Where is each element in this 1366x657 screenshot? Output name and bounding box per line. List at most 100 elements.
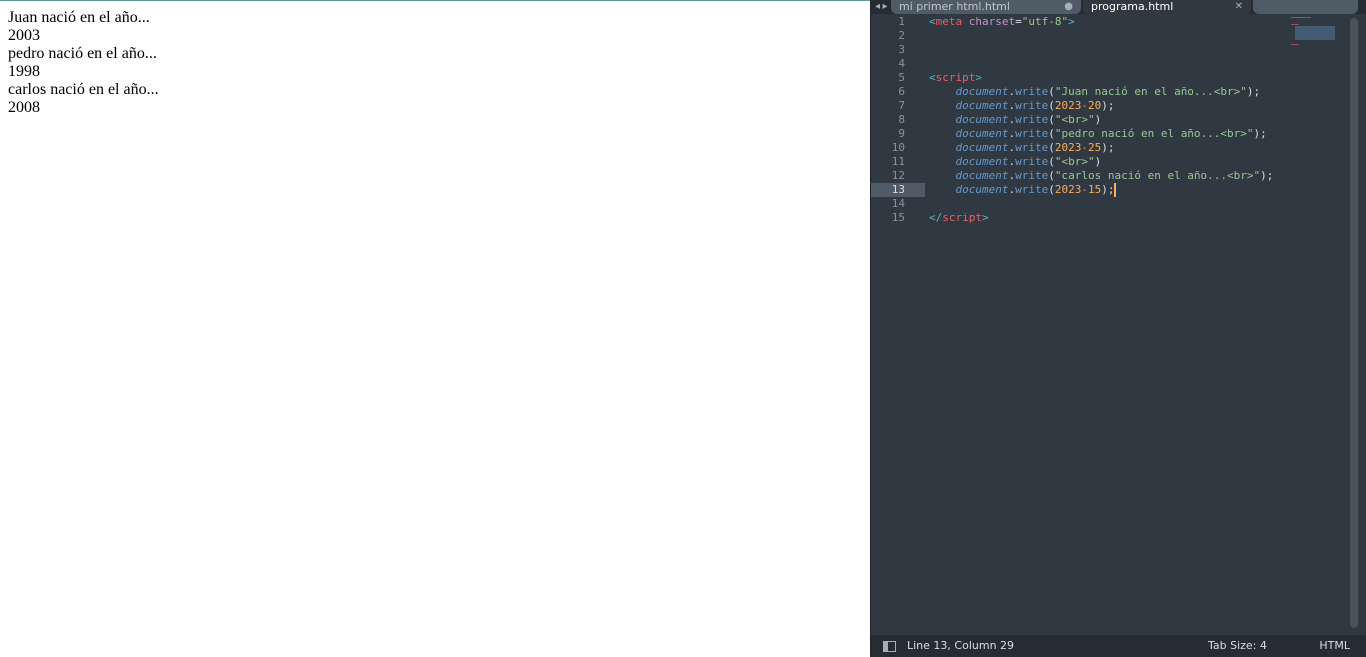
code-token: ( — [1048, 141, 1055, 154]
line-number: 9 — [898, 127, 905, 140]
code-line: document.write("Juan nació en el año...<… — [929, 85, 1273, 99]
code-token: meta — [935, 15, 963, 28]
tab-size-selector[interactable]: Tab Size: 4 — [1208, 635, 1267, 657]
code-token: write — [1015, 127, 1049, 140]
code-token: ( — [1048, 155, 1055, 168]
code-token: "utf-8" — [1021, 15, 1069, 28]
code-area[interactable]: <meta charset="utf-8"> <script> document.… — [929, 15, 1273, 225]
code-token: document — [955, 127, 1009, 140]
code-token: document — [955, 155, 1009, 168]
code-line: <script> — [929, 71, 1273, 85]
code-token: > — [975, 71, 982, 84]
code-token: 2023 — [1054, 99, 1082, 112]
code-token: ( — [1048, 99, 1055, 112]
tab-mi-primer-html[interactable]: mi primer html.html ● — [891, 0, 1081, 14]
code-token: </ — [929, 211, 943, 224]
output-line: 2008 — [8, 99, 40, 116]
code-token: document — [955, 85, 1009, 98]
code-token: ); — [1101, 183, 1115, 196]
code-token: charset — [968, 15, 1016, 28]
line-number: 15 — [891, 211, 905, 224]
line-number: 11 — [891, 155, 905, 168]
line-number: 8 — [898, 113, 905, 126]
code-line: document.write(2023-15); — [929, 183, 1273, 197]
code-token: write — [1015, 183, 1049, 196]
tab-empty[interactable] — [1253, 0, 1358, 14]
code-token: "Juan nació en el año...<br>" — [1054, 85, 1247, 98]
output-line: 2003 — [8, 27, 40, 44]
code-line: document.write("<br>") — [929, 155, 1273, 169]
code-token: ( — [1048, 85, 1055, 98]
tab-programa[interactable]: programa.html ✕ — [1083, 0, 1251, 14]
code-token: script — [935, 71, 976, 84]
line-number: 14 — [891, 197, 905, 210]
vertical-scrollbar[interactable] — [1350, 18, 1358, 628]
status-bar: Line 13, Column 29 Tab Size: 4 HTML — [871, 635, 1366, 657]
tab-dirty-dot-icon[interactable]: ● — [1064, 0, 1073, 13]
output-line: 1998 — [8, 63, 40, 80]
code-token: 15 — [1087, 183, 1102, 196]
code-token: ); — [1101, 141, 1115, 154]
line-number: 1 — [898, 15, 905, 28]
code-token: > — [982, 211, 989, 224]
browser-viewport: Juan nació en el año... 2003 pedro nació e… — [0, 0, 870, 657]
code-token: document — [955, 183, 1009, 196]
tab-nav-arrows-icon[interactable]: ◂ ▸ — [875, 0, 888, 13]
code-token: = — [1015, 15, 1022, 28]
code-token: document — [955, 113, 1009, 126]
line-number: 3 — [898, 43, 905, 56]
code-token: ); — [1260, 169, 1274, 182]
code-editor: ◂ ▸ mi primer html.html ● programa.html ✕ … — [870, 0, 1366, 657]
line-number: 12 — [891, 169, 905, 182]
code-token: write — [1015, 113, 1049, 126]
page-output: Juan nació en el año... 2003 pedro nació e… — [8, 9, 159, 117]
code-line: document.write("carlos nació en el año..… — [929, 169, 1274, 183]
code-token: 2023 — [1054, 141, 1082, 154]
code-line: document.write("pedro nació en el año...… — [929, 127, 1273, 141]
code-token: document — [955, 169, 1009, 182]
code-token: ); — [1101, 99, 1115, 112]
code-token: < — [929, 71, 936, 84]
code-line: </script> — [929, 211, 1273, 225]
code-token: ( — [1048, 183, 1055, 196]
panel-toggle-icon[interactable] — [883, 641, 896, 652]
line-number: 2 — [898, 29, 905, 42]
code-token: "<br>" — [1054, 155, 1095, 168]
code-token: write — [1015, 99, 1049, 112]
tab-label: mi primer html.html — [899, 0, 1010, 13]
code-token: document — [955, 141, 1009, 154]
code-token: > — [1068, 15, 1075, 28]
output-line: pedro nació en el año... — [8, 45, 157, 62]
code-token: - — [1081, 183, 1088, 196]
code-line: <meta charset="utf-8"> — [929, 15, 1273, 29]
code-token: 25 — [1087, 141, 1102, 154]
code-token: write — [1015, 155, 1049, 168]
code-token: ); — [1253, 127, 1267, 140]
code-token: write — [1015, 141, 1049, 154]
output-line: Juan nació en el año... — [8, 9, 150, 26]
code-token: "pedro nació en el año...<br>" — [1054, 127, 1254, 140]
tab-bar: ◂ ▸ mi primer html.html ● programa.html ✕ — [871, 0, 1366, 14]
line-number: 13 — [871, 183, 925, 197]
line-number: 5 — [898, 71, 905, 84]
code-token: ( — [1048, 127, 1055, 140]
code-token: ( — [1048, 113, 1055, 126]
line-number-gutter: 1 2 3 4 5 6 7 8 9 10 11 12 13 14 15 — [871, 15, 925, 225]
close-icon[interactable]: ✕ — [1235, 0, 1243, 13]
code-token: "<br>" — [1054, 113, 1095, 126]
syntax-selector[interactable]: HTML — [1319, 635, 1350, 657]
code-line: document.write(2023-25); — [929, 141, 1273, 155]
code-token: - — [1081, 141, 1088, 154]
minimap[interactable] — [1291, 16, 1351, 56]
